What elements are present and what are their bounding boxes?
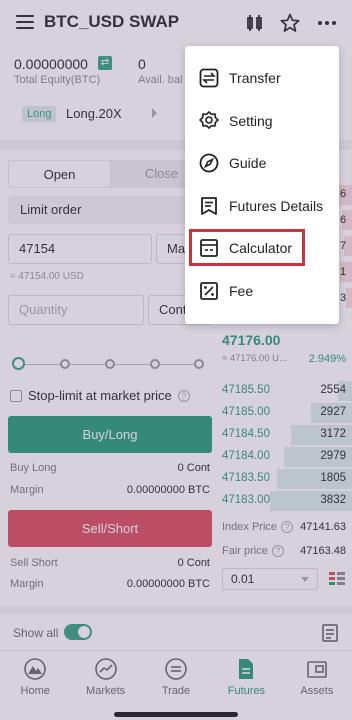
menu-item-futures-details-label: Futures Details	[229, 198, 324, 214]
menu-item-guide[interactable]: Guide	[185, 143, 339, 183]
menu-item-fee-label: Fee	[229, 283, 254, 299]
menu-item-fee[interactable]: Fee	[185, 271, 339, 311]
transfer-icon	[199, 68, 219, 88]
menu-item-transfer-label: Transfer	[229, 70, 281, 86]
compass-icon	[199, 153, 219, 173]
menu-item-setting-label: Setting	[229, 113, 273, 129]
menu-item-futures-details[interactable]: Futures Details	[185, 186, 339, 226]
menu-item-transfer[interactable]: Transfer	[185, 58, 339, 98]
menu-item-setting[interactable]: Setting	[185, 101, 339, 141]
gear-icon	[199, 111, 219, 129]
details-icon	[201, 197, 217, 215]
calculator-highlight-box	[189, 229, 305, 266]
more-options-menu: Transfer Setting Guide Futures Details C…	[185, 46, 339, 324]
menu-item-guide-label: Guide	[229, 155, 267, 171]
fee-icon	[200, 282, 218, 300]
